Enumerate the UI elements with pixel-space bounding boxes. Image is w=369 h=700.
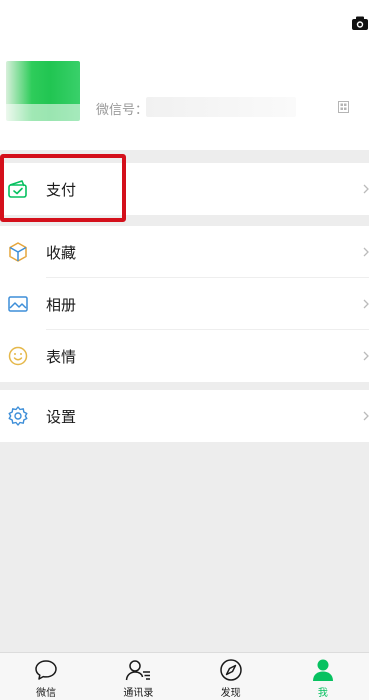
wechat-id-value-redacted [146,97,296,117]
tab-chats[interactable]: 微信 [0,653,92,700]
cube-icon [7,241,29,263]
tab-label: 我 [317,688,328,699]
chevron-right-icon [363,411,369,421]
camera-icon[interactable] [351,14,369,32]
menu-item-favorites[interactable]: 收藏 [0,226,369,278]
chevron-right-icon [363,247,369,257]
menu-item-settings[interactable]: 设置 [0,390,369,442]
gear-icon [7,405,29,427]
menu-item-pay[interactable]: 支付 [0,163,369,215]
image-icon [7,293,29,315]
tab-label: 发现 [220,688,241,699]
menu-item-label: 相册 [46,295,77,314]
tab-label: 通讯录 [123,688,154,699]
chat-bubble-icon [33,658,59,682]
qr-code-icon[interactable] [338,101,349,113]
settings-group: 设置 [0,390,369,442]
avatar-blur [6,104,80,121]
tab-label: 微信 [36,688,57,699]
smiley-icon [7,345,29,367]
menu-item-label: 支付 [46,180,77,199]
wechat-id-label: 微信号： [96,103,149,118]
compass-icon [218,658,244,682]
menu-item-stickers[interactable]: 表情 [0,330,369,382]
chevron-right-icon [363,184,369,194]
tab-discover[interactable]: 发现 [185,653,277,700]
tab-contacts[interactable]: 通讯录 [92,653,184,700]
tab-me[interactable]: 我 [277,653,369,700]
wallet-icon [7,178,29,200]
menu-item-label: 设置 [46,407,77,426]
person-icon [310,658,336,682]
menu-item-label: 收藏 [46,243,77,262]
chevron-right-icon [363,351,369,361]
menu-item-album[interactable]: 相册 [0,278,369,330]
content-group: 收藏 相册 表情 [0,226,369,382]
chevron-right-icon [363,299,369,309]
profile-header[interactable]: 微信号： [0,0,369,150]
menu-item-label: 表情 [46,347,77,366]
pay-group: 支付 [0,163,369,215]
bottom-tab-bar: 微信 通讯录 发现 我 [0,652,369,700]
contacts-icon [125,658,151,682]
